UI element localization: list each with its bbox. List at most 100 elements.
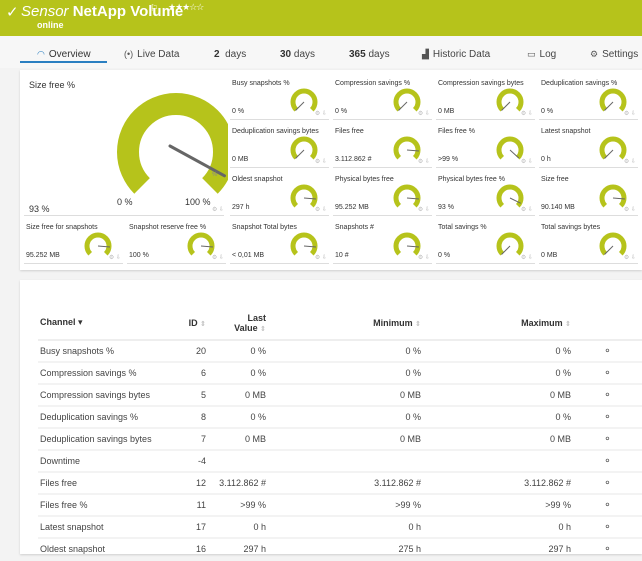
gauge-tools-icon[interactable]: ⚙ ⇩ [624, 254, 636, 261]
tab-label: Log [539, 49, 557, 60]
gauge-tools-icon[interactable]: ⚙ ⇩ [315, 254, 327, 261]
cell-channel[interactable]: Compression savings % [38, 362, 168, 385]
status-text: online [37, 20, 64, 30]
cell-channel[interactable]: Busy snapshots % [38, 340, 168, 363]
mini-gauge[interactable]: Physical bytes free 95.252 MB ⚙ ⇩ [333, 168, 432, 216]
channel-settings-icon[interactable]: ⚬ [573, 472, 642, 495]
cell-channel[interactable]: Latest snapshot [38, 516, 168, 539]
mini-gauge[interactable]: Busy snapshots % 0 % ⚙ ⇩ [230, 72, 329, 120]
col-maximum[interactable]: Maximum ⇕ [423, 306, 573, 341]
divider [127, 263, 226, 264]
channel-settings-icon[interactable]: ⚬ [573, 538, 642, 561]
table-row[interactable]: Files free 12 3.112.862 # 3.112.862 # 3.… [38, 472, 642, 495]
gauge-tools-icon[interactable]: ⚙ ⇩ [109, 254, 121, 261]
mini-gauge[interactable]: Total savings bytes 0 MB ⚙ ⇩ [539, 216, 638, 264]
gauge-tools-icon[interactable]: ⚙ ⇩ [212, 254, 224, 261]
tab-30-days[interactable]: 30 days [280, 49, 315, 60]
mini-gauge[interactable]: Snapshots # 10 # ⚙ ⇩ [333, 216, 432, 264]
channel-settings-icon[interactable]: ⚬ [573, 362, 642, 385]
channel-settings-icon[interactable]: ⚬ [573, 494, 642, 517]
gauge-value: 0 h [541, 156, 551, 163]
cell-minimum: >99 % [268, 494, 423, 517]
table-row[interactable]: Files free % 11 >99 % >99 % >99 % ⚬ [38, 494, 642, 517]
gauge-tools-icon[interactable]: ⚙ ⇩ [418, 158, 430, 165]
tab-2-days[interactable]: 2 days [214, 49, 246, 60]
gauge-tools-icon[interactable]: ⚙ ⇩ [521, 158, 533, 165]
channel-settings-icon[interactable]: ⚬ [573, 406, 642, 429]
gauge-tools-icon[interactable]: ⚙ ⇩ [521, 206, 533, 213]
table-row[interactable]: Compression savings bytes 5 0 MB 0 MB 0 … [38, 384, 642, 407]
col-last-value[interactable]: Last Value ⇕ [208, 306, 268, 341]
mini-gauge[interactable]: Size free for snapshots 95.252 MB ⚙ ⇩ [24, 216, 123, 264]
table-row[interactable]: Latest snapshot 17 0 h 0 h 0 h ⚬ [38, 516, 642, 539]
cell-maximum: 3.112.862 # [423, 472, 573, 495]
tab-log[interactable]: ▭ Log [527, 49, 556, 60]
gauge-tools-icon[interactable]: ⚙ ⇩ [624, 110, 636, 117]
table-row[interactable]: Compression savings % 6 0 % 0 % 0 % ⚬ [38, 362, 642, 385]
cell-channel[interactable]: Files free % [38, 494, 168, 517]
col-channel[interactable]: Channel ▾ [38, 306, 168, 341]
table-row[interactable]: Busy snapshots % 20 0 % 0 % 0 % ⚬ [38, 340, 642, 363]
gauge-tools-icon[interactable]: ⚙ ⇩ [315, 206, 327, 213]
primary-gauge[interactable]: Size free % % ⚙ ⇩ 0 % 100 % 93 % [20, 70, 228, 218]
mini-gauge[interactable]: Snapshot reserve free % 100 % ⚙ ⇩ [127, 216, 226, 264]
gauge-needle [295, 101, 305, 111]
mini-gauge[interactable]: Physical bytes free % 93 % ⚙ ⇩ [436, 168, 535, 216]
gauge-tools-icon[interactable]: ⚙ ⇩ [521, 254, 533, 261]
gauge-tools-icon[interactable]: ⚙ ⇩ [418, 206, 430, 213]
table-row[interactable]: Deduplication savings % 8 0 % 0 % 0 % ⚬ [38, 406, 642, 429]
cell-minimum: 0 % [268, 362, 423, 385]
gauge-tools-icon[interactable]: ⚙ ⇩ [521, 110, 533, 117]
gauge-value: 100 % [129, 252, 149, 259]
gauge-tools-icon[interactable]: ⚙ ⇩ [315, 110, 327, 117]
tab-live-data[interactable]: (•) Live Data [124, 49, 179, 60]
mini-gauge[interactable]: Snapshot Total bytes < 0,01 MB ⚙ ⇩ [230, 216, 329, 264]
channel-settings-icon[interactable]: ⚬ [573, 516, 642, 539]
cell-channel[interactable]: Compression savings bytes [38, 384, 168, 407]
priority-stars[interactable]: ★★★☆☆ [168, 2, 204, 13]
tab-settings[interactable]: ⚙ Settings [590, 49, 638, 60]
cell-channel[interactable]: Oldest snapshot [38, 538, 168, 561]
cell-id: 11 [168, 494, 208, 517]
gauge-tools-icon[interactable]: ⚙ ⇩ [418, 254, 430, 261]
cell-channel[interactable]: Deduplication savings % [38, 406, 168, 429]
table-row[interactable]: Downtime -4 ⚬ [38, 450, 642, 473]
gauge-tools-icon[interactable]: ⚙ ⇩ [418, 110, 430, 117]
gauge-tools-icon[interactable]: ⚙ ⇩ [624, 158, 636, 165]
cell-maximum: 297 h [423, 538, 573, 561]
channel-settings-icon[interactable]: ⚬ [573, 450, 642, 473]
mini-gauge[interactable]: Compression savings bytes 0 MB ⚙ ⇩ [436, 72, 535, 120]
table-row[interactable]: Deduplication savings bytes 7 0 MB 0 MB … [38, 428, 642, 451]
col-minimum[interactable]: Minimum ⇕ [268, 306, 423, 341]
mini-gauge[interactable]: Compression savings % 0 % ⚙ ⇩ [333, 72, 432, 120]
mini-gauge[interactable]: Files free 3.112.862 # ⚙ ⇩ [333, 120, 432, 168]
mini-gauge[interactable]: Deduplication savings % 0 % ⚙ ⇩ [539, 72, 638, 120]
tab-overview[interactable]: ◠ Overview [37, 49, 91, 60]
channel-settings-icon[interactable]: ⚬ [573, 384, 642, 407]
mini-gauge[interactable]: Oldest snapshot 297 h ⚙ ⇩ [230, 168, 329, 216]
gauge-tools-icon[interactable]: ⚙ ⇩ [624, 206, 636, 213]
channel-settings-icon[interactable]: ⚬ [573, 340, 642, 363]
tab-365-days[interactable]: 365 days [349, 49, 390, 60]
gauge-tools-icon[interactable]: ⚙ ⇩ [315, 158, 327, 165]
cell-channel[interactable]: Downtime [38, 450, 168, 473]
col-label: Value [234, 322, 258, 333]
mini-gauge[interactable]: Total savings % 0 % ⚙ ⇩ [436, 216, 535, 264]
mini-gauge[interactable]: Latest snapshot 0 h ⚙ ⇩ [539, 120, 638, 168]
gauge-needle [604, 149, 614, 159]
channel-settings-icon[interactable]: ⚬ [573, 428, 642, 451]
cell-channel[interactable]: Deduplication savings bytes [38, 428, 168, 451]
mini-gauge[interactable]: Files free % >99 % ⚙ ⇩ [436, 120, 535, 168]
divider [333, 263, 432, 264]
cell-last-value: 3.112.862 # [208, 472, 268, 495]
col-id[interactable]: ID ⇕ [168, 306, 208, 341]
table-row[interactable]: Oldest snapshot 16 297 h 275 h 297 h ⚬ [38, 538, 642, 561]
sort-icon: ⇕ [565, 320, 571, 328]
flag-icon[interactable]: ⚐ [150, 3, 158, 14]
gauge-tools-icon[interactable]: ⚙ ⇩ [212, 206, 224, 213]
gauge-value: 95.252 MB [335, 204, 369, 211]
mini-gauge[interactable]: Deduplication savings bytes 0 MB ⚙ ⇩ [230, 120, 329, 168]
mini-gauge[interactable]: Size free 90.140 MB ⚙ ⇩ [539, 168, 638, 216]
cell-channel[interactable]: Files free [38, 472, 168, 495]
tab-historic-data[interactable]: ▟ Historic Data [422, 49, 490, 60]
